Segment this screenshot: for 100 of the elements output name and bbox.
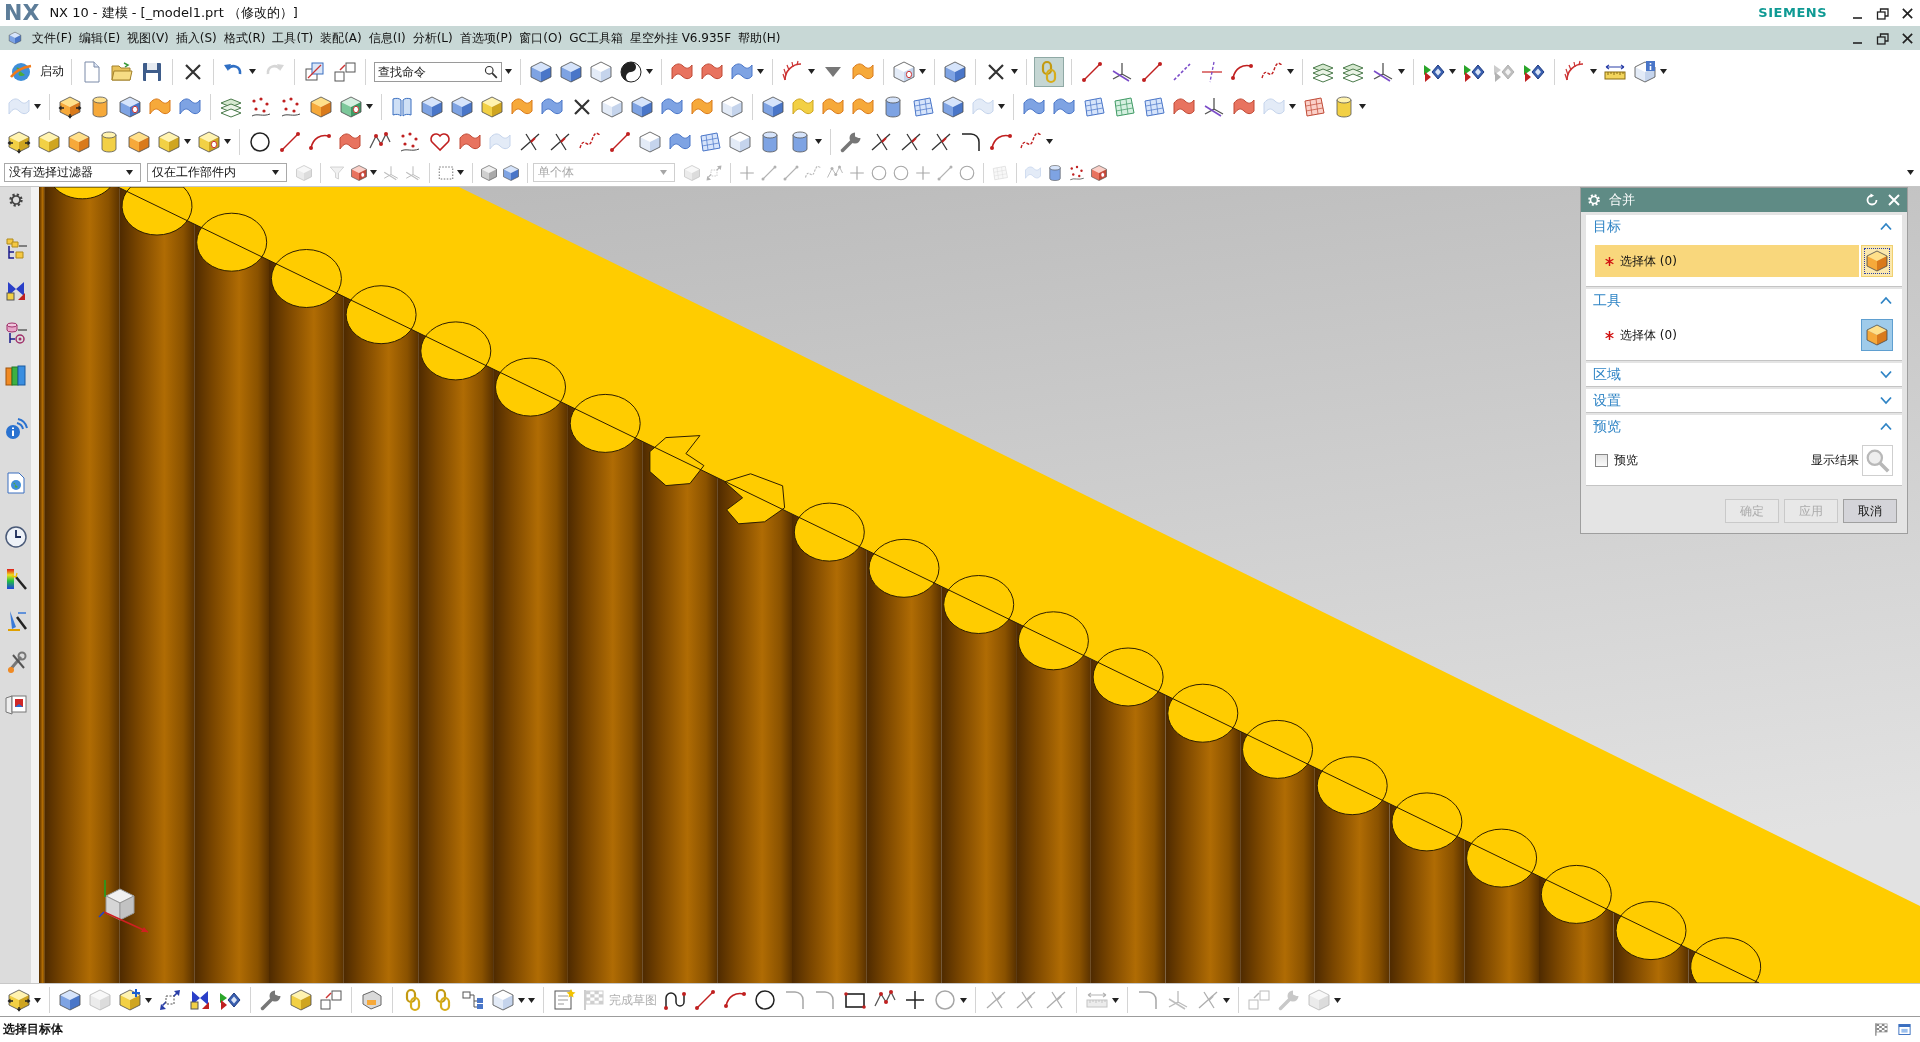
caret-icon[interactable]: [960, 997, 967, 1003]
package-icon[interactable]: [360, 988, 384, 1012]
restore-icon[interactable]: [1876, 31, 1889, 45]
caret-icon[interactable]: [646, 69, 653, 74]
section-header[interactable]: 设置: [1586, 389, 1902, 412]
cube-icon[interactable]: [420, 94, 444, 119]
cube-icon[interactable]: [559, 59, 583, 84]
caret-icon[interactable]: [224, 139, 231, 144]
caret-icon[interactable]: [998, 104, 1005, 109]
caret-icon[interactable]: [1660, 69, 1667, 74]
mesh-icon[interactable]: [1112, 94, 1136, 119]
cube-icon[interactable]: [37, 129, 61, 154]
caret-icon[interactable]: [815, 139, 822, 144]
framed-picture-icon[interactable]: [3, 693, 28, 717]
cube-icon[interactable]: [761, 94, 785, 119]
cube-hole-icon[interactable]: [1090, 163, 1108, 182]
menu-item[interactable]: 帮助(H): [736, 30, 783, 46]
menu-item[interactable]: GC工具箱: [567, 30, 625, 46]
mesh-icon[interactable]: [1082, 94, 1106, 119]
checkered-flag-icon[interactable]: [1874, 1022, 1889, 1037]
caret-icon[interactable]: [505, 69, 512, 74]
cube-icon[interactable]: [8, 31, 22, 45]
cube-hole-icon[interactable]: [350, 163, 368, 182]
cube-icon[interactable]: [480, 94, 504, 119]
cancel-button[interactable]: 取消: [1843, 499, 1897, 523]
sketch-star-icon[interactable]: [552, 988, 576, 1012]
command-search-field[interactable]: 查找命令: [374, 61, 502, 82]
plus-icon[interactable]: [903, 988, 927, 1012]
menu-item[interactable]: 窗口(O): [517, 30, 565, 46]
caret-icon[interactable]: [366, 104, 373, 109]
cube-icon[interactable]: [728, 129, 752, 154]
caret-icon[interactable]: [1112, 997, 1119, 1003]
line-icon[interactable]: [693, 988, 717, 1012]
caret-icon[interactable]: [34, 997, 41, 1003]
section-header[interactable]: 预览: [1586, 415, 1902, 438]
selection-scope-dropdown[interactable]: 仅在工作部件内: [147, 163, 287, 182]
cube-arrows-icon[interactable]: [7, 129, 31, 154]
cube-icon[interactable]: [600, 94, 624, 119]
caret-icon[interactable]: [34, 104, 41, 109]
select-body-button[interactable]: [1861, 319, 1893, 351]
section-header[interactable]: 目标: [1586, 215, 1902, 238]
cube-arrows-icon[interactable]: [58, 94, 82, 119]
cube-hole-icon[interactable]: [118, 94, 142, 119]
caret-icon[interactable]: [1590, 69, 1597, 74]
caret-icon[interactable]: [272, 170, 279, 175]
cube-icon[interactable]: [638, 129, 662, 154]
bowtie-icon[interactable]: [3, 279, 28, 303]
squares-icon[interactable]: [333, 59, 357, 84]
snap-toggle-button[interactable]: [1034, 56, 1064, 87]
caret-icon[interactable]: [184, 139, 191, 144]
line-icon[interactable]: [278, 129, 302, 154]
circle-icon[interactable]: [753, 988, 777, 1012]
menu-item[interactable]: 首选项(P): [457, 30, 515, 46]
caret-icon[interactable]: [1289, 104, 1296, 109]
cube-icon[interactable]: [943, 59, 967, 84]
mesh-icon[interactable]: [698, 129, 722, 154]
cube-hole-icon[interactable]: [339, 94, 363, 119]
bowtie-icon[interactable]: [188, 988, 212, 1012]
mesh-icon[interactable]: [911, 94, 935, 119]
cube-plus-icon[interactable]: [118, 988, 142, 1012]
caret-icon[interactable]: [370, 170, 377, 175]
points-icon[interactable]: [1068, 163, 1086, 182]
line-icon[interactable]: [1080, 59, 1104, 84]
cube-icon[interactable]: [630, 94, 654, 119]
cube-icon[interactable]: [589, 59, 613, 84]
menu-item[interactable]: 信息(I): [366, 30, 408, 46]
menu-item[interactable]: 星空外挂 V6.935F: [627, 30, 734, 46]
dotted-rectangle-icon[interactable]: [437, 163, 455, 182]
line-icon[interactable]: [1140, 59, 1164, 84]
info-signal-icon[interactable]: [3, 417, 28, 441]
caret-icon[interactable]: [1398, 69, 1405, 74]
section-header[interactable]: 工具: [1586, 289, 1902, 312]
cube-hole-icon[interactable]: [892, 59, 916, 84]
menu-item[interactable]: 装配(A): [318, 30, 364, 46]
search-icon[interactable]: [484, 64, 498, 79]
cube-icon[interactable]: [157, 129, 181, 154]
menu-item[interactable]: 视图(V): [125, 30, 171, 46]
reset-icon[interactable]: [1865, 193, 1879, 207]
caret-icon[interactable]: [1449, 69, 1456, 74]
line-icon[interactable]: [608, 129, 632, 154]
close-icon[interactable]: [1901, 6, 1914, 20]
cube-icon[interactable]: [502, 163, 520, 182]
caret-icon[interactable]: [1046, 139, 1053, 144]
books-icon[interactable]: [3, 363, 28, 387]
start-button[interactable]: 启动: [4, 59, 66, 84]
section-header[interactable]: 区域: [1586, 363, 1902, 386]
caret-icon[interactable]: [919, 69, 926, 74]
caret-icon[interactable]: [145, 997, 152, 1003]
clock-icon[interactable]: [3, 525, 28, 549]
caret-icon[interactable]: [1287, 69, 1294, 74]
select-body-step[interactable]: 选择体 (0): [1595, 319, 1859, 351]
menu-item[interactable]: 分析(L): [410, 30, 455, 46]
crossing-lines-icon[interactable]: [1200, 59, 1224, 84]
cylinder-icon[interactable]: [1046, 163, 1064, 182]
cube-icon[interactable]: [58, 988, 82, 1012]
cube-icon[interactable]: [127, 129, 151, 154]
cube-icon[interactable]: [941, 94, 965, 119]
windows-icon[interactable]: [303, 59, 327, 84]
cube-hole-icon[interactable]: [197, 129, 221, 154]
cube-icon[interactable]: [720, 94, 744, 119]
